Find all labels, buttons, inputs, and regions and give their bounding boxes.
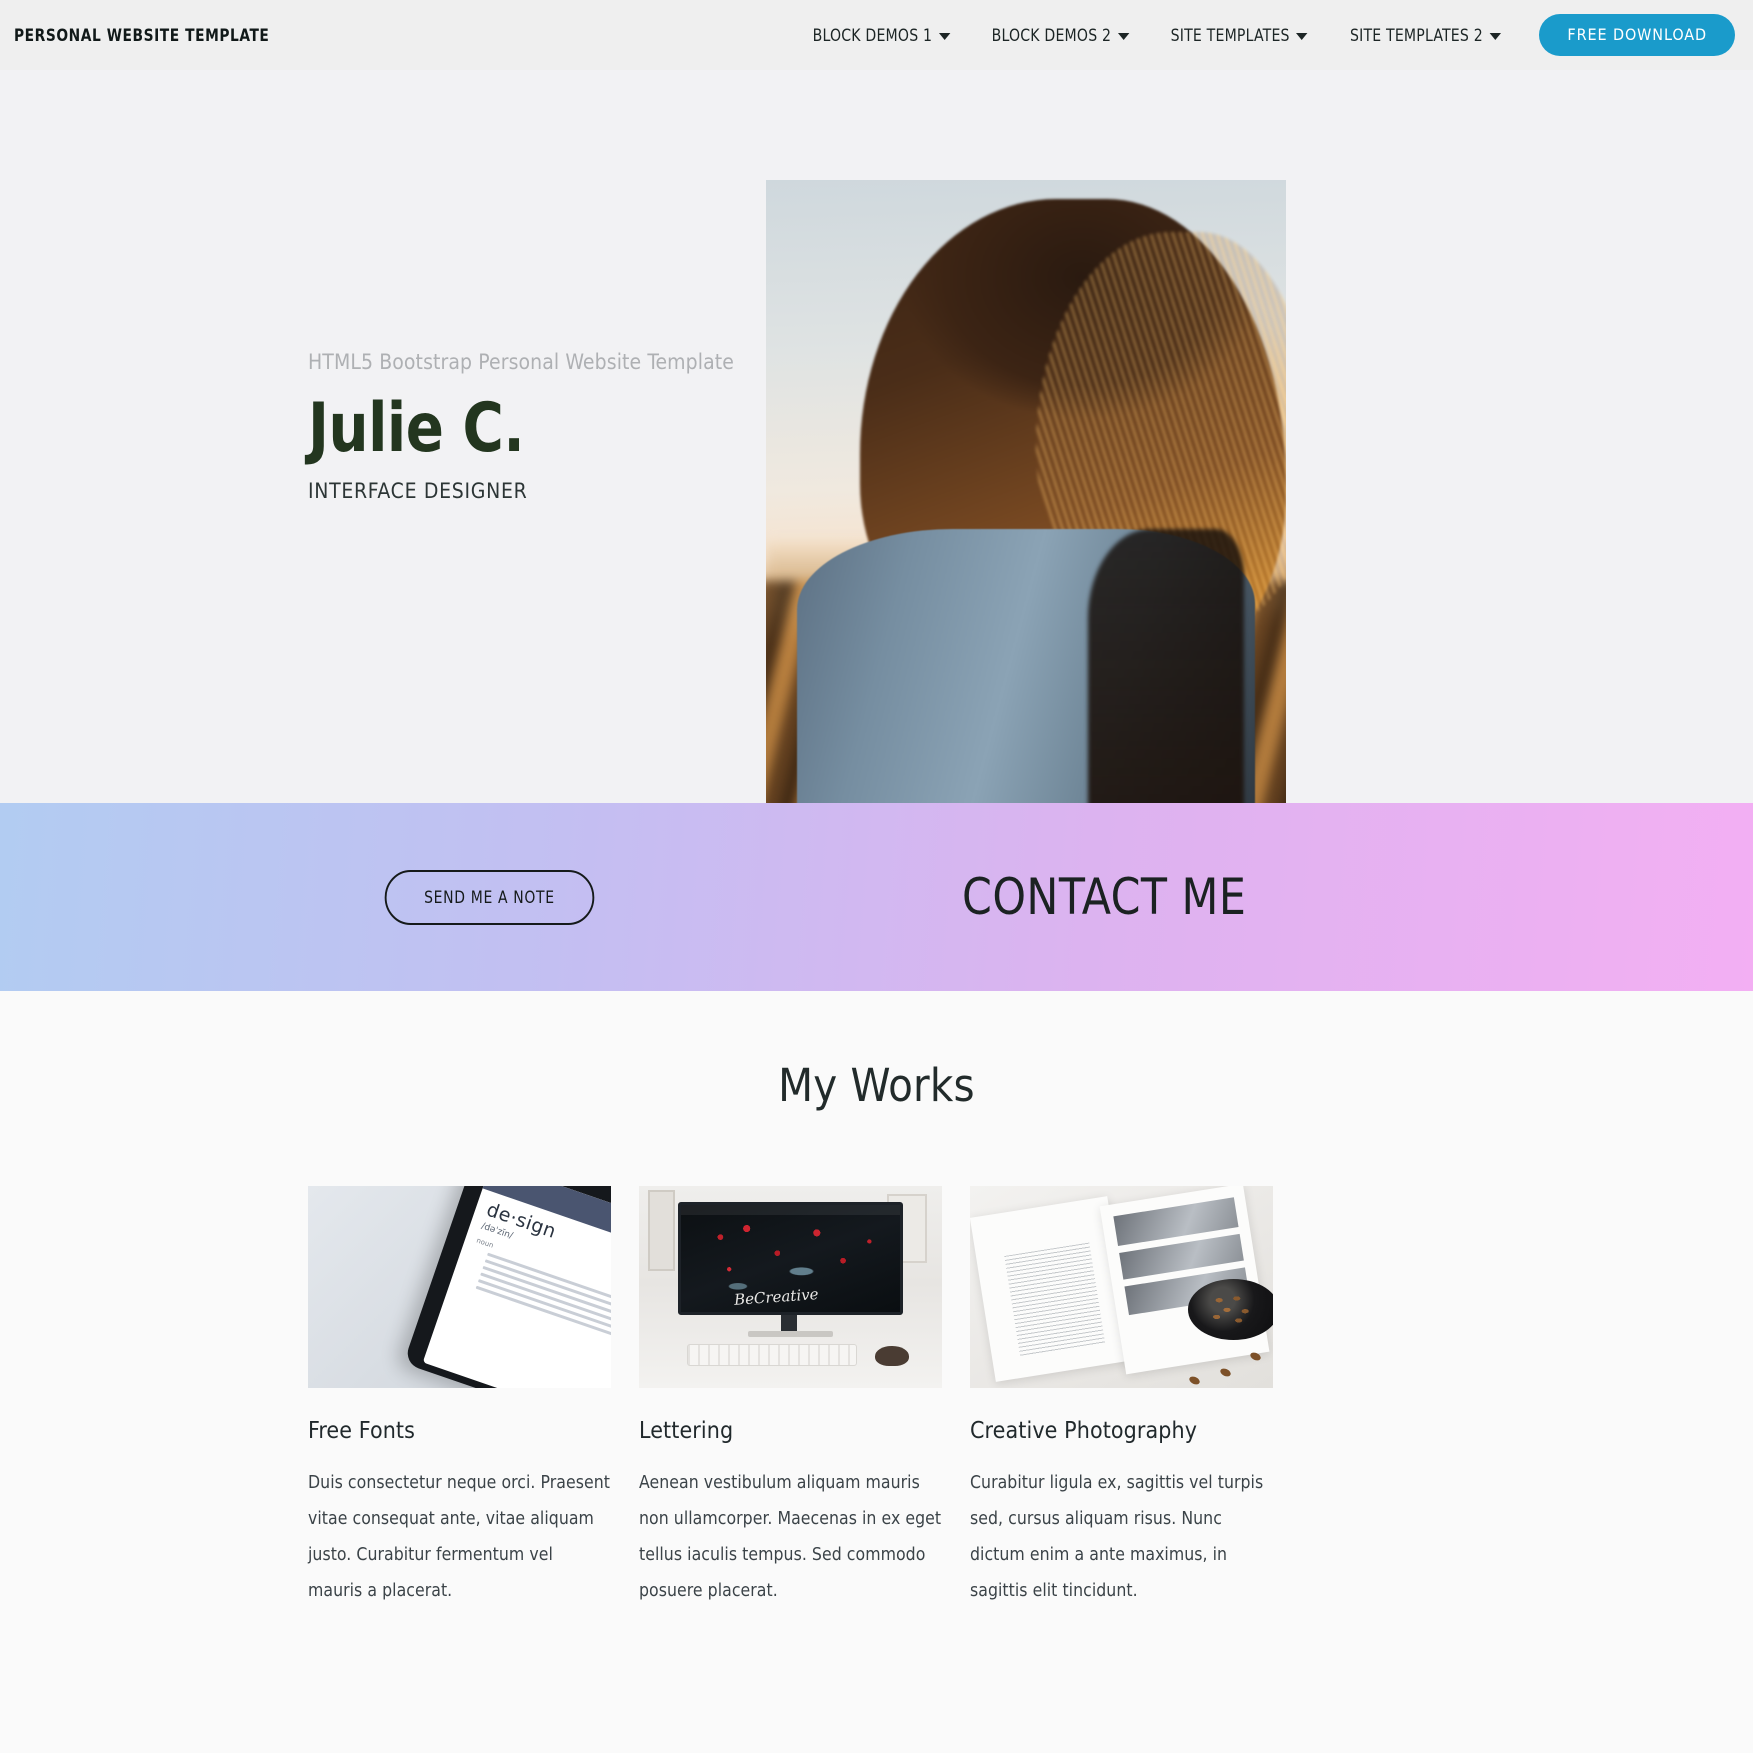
monitor-illustration: BeCreative (678, 1202, 903, 1316)
nav-item-block-demos-2[interactable]: BLOCK DEMOS 2 (976, 16, 1146, 55)
site-header: PERSONAL WEBSITE TEMPLATE BLOCK DEMOS 1 … (0, 0, 1753, 70)
free-download-button[interactable]: FREE DOWNLOAD (1539, 14, 1735, 56)
loose-nut (1218, 1366, 1232, 1378)
hero-image (766, 180, 1286, 826)
hero-text-block: HTML5 Bootstrap Personal Website Templat… (0, 70, 877, 803)
work-thumbnail-image[interactable]: BeCreative (639, 1186, 942, 1388)
work-card-creative-photography[interactable]: Creative Photography Curabitur ligula ex… (970, 1186, 1273, 1610)
nav-item-label: SITE TEMPLATES 2 (1349, 25, 1483, 45)
nav-item-label: BLOCK DEMOS 1 (813, 25, 933, 45)
send-me-a-note-button[interactable]: SEND ME A NOTE (384, 869, 595, 925)
brand-logo[interactable]: PERSONAL WEBSITE TEMPLATE (14, 26, 269, 45)
work-card-description: Aenean vestibulum aliquam mauris non ull… (639, 1473, 942, 1601)
chevron-down-icon (1296, 32, 1308, 40)
works-section: My Works de·sign /dəˈzīn/ noun Free Font… (0, 991, 1753, 1753)
nut-bowl (1188, 1278, 1273, 1340)
works-section-title: My Works (778, 1059, 975, 1112)
works-grid: de·sign /dəˈzīn/ noun Free Fonts Duis co… (0, 1186, 1753, 1610)
work-card-title: Creative Photography (970, 1418, 1198, 1444)
chevron-down-icon (1489, 32, 1501, 40)
contact-title: CONTACT ME (962, 868, 1247, 926)
magazine-text-block (1004, 1242, 1106, 1358)
nav-item-label: BLOCK DEMOS 2 (991, 25, 1112, 45)
work-card-free-fonts[interactable]: de·sign /dəˈzīn/ noun Free Fonts Duis co… (308, 1186, 611, 1610)
hero-section: HTML5 Bootstrap Personal Website Templat… (0, 70, 1753, 826)
monitor-menubar (681, 1205, 900, 1215)
work-card-title: Lettering (639, 1418, 734, 1444)
phone-screen: de·sign /dəˈzīn/ noun (423, 1186, 611, 1388)
keyboard-illustration (687, 1343, 858, 1366)
mouse-illustration (875, 1345, 909, 1366)
work-card-title: Free Fonts (308, 1418, 416, 1444)
smartphone-illustration: de·sign /dəˈzīn/ noun (403, 1186, 611, 1388)
nav-item-site-templates-2[interactable]: SITE TEMPLATES 2 (1333, 16, 1516, 55)
jacket-shadow (1088, 528, 1245, 826)
bowl-contents (1200, 1287, 1267, 1332)
work-thumbnail-image[interactable]: de·sign /dəˈzīn/ noun (308, 1186, 611, 1388)
nav-item-label: SITE TEMPLATES (1170, 25, 1290, 45)
chevron-down-icon (1118, 32, 1130, 40)
loose-nut (1188, 1375, 1202, 1386)
work-thumbnail-image[interactable] (970, 1186, 1273, 1388)
main-navigation: BLOCK DEMOS 1 BLOCK DEMOS 2 SITE TEMPLAT… (792, 14, 1735, 56)
work-card-description: Curabitur ligula ex, sagittis vel turpis… (970, 1473, 1264, 1601)
work-card-description: Duis consectetur neque orci. Praesent vi… (308, 1473, 610, 1601)
monitor-base (748, 1331, 833, 1338)
page-title: Julie C. (308, 388, 525, 468)
hero-photo-illustration (766, 180, 1286, 826)
contact-band: SEND ME A NOTE CONTACT ME (0, 803, 1753, 991)
work-card-lettering[interactable]: BeCreative Lettering Aenean vestibulum a… (639, 1186, 942, 1610)
wall-frame-left (648, 1190, 676, 1271)
nav-item-block-demos-1[interactable]: BLOCK DEMOS 1 (797, 16, 967, 55)
nav-item-site-templates[interactable]: SITE TEMPLATES (1155, 16, 1324, 55)
chevron-down-icon (939, 32, 951, 40)
